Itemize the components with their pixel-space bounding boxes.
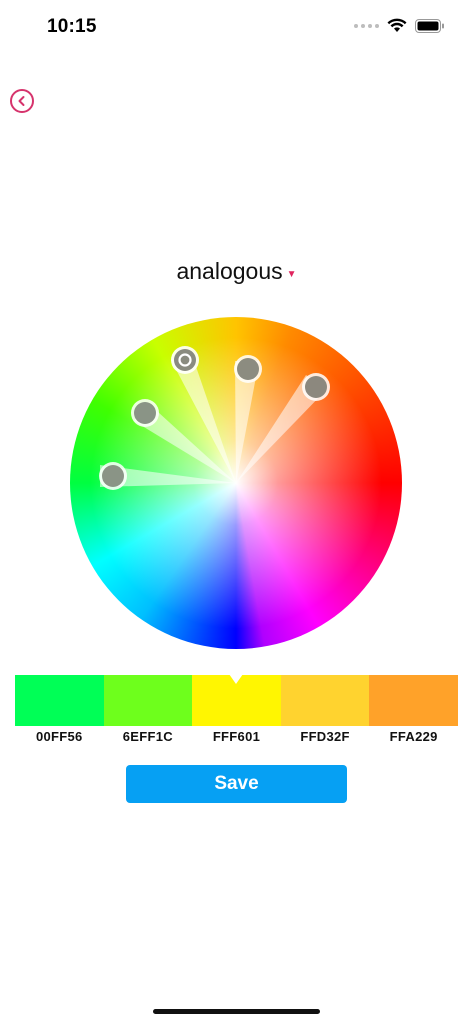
swatch-4[interactable]: [280, 675, 370, 726]
swatch-5[interactable]: [369, 675, 458, 726]
cellular-signal-icon: [354, 23, 379, 28]
home-indicator: [153, 1009, 320, 1014]
color-picker-handle[interactable]: [302, 373, 330, 401]
status-bar: 10:15: [0, 0, 473, 56]
hex-label: 6EFF1C: [122, 729, 173, 744]
hex-label: FFA229: [389, 729, 438, 744]
battery-icon: [415, 18, 444, 33]
status-time: 10:15: [47, 16, 97, 37]
wheel-overlay: [99, 346, 330, 490]
swatch-1[interactable]: [15, 675, 104, 726]
hex-label: FFD32F: [300, 729, 350, 744]
scheme-label: analogous: [176, 258, 283, 284]
hex-labels: 00FF56 6EFF1C FFF601 FFD32F FFA229: [15, 729, 458, 744]
color-picker-handle-selected[interactable]: [171, 346, 199, 374]
swatch-3[interactable]: [192, 674, 281, 726]
back-button[interactable]: [10, 89, 34, 113]
selector-beam: [171, 355, 236, 483]
swatch-2[interactable]: [103, 675, 193, 726]
status-icons: [354, 18, 445, 33]
selected-pointer-icon: [229, 674, 244, 684]
caret-down-icon: ▼: [286, 269, 297, 281]
color-picker-handle[interactable]: [99, 462, 127, 490]
hex-label: FFF601: [212, 729, 261, 744]
palette-swatches: [15, 674, 458, 726]
save-button[interactable]: Save: [126, 765, 347, 803]
hex-label: 00FF56: [35, 729, 83, 744]
wifi-icon: [387, 18, 407, 32]
color-wheel[interactable]: [70, 317, 402, 649]
color-picker-handle[interactable]: [234, 355, 262, 383]
scheme-selector[interactable]: analogous ▼: [0, 258, 473, 285]
chevron-left-icon: [18, 96, 25, 106]
color-picker-handle[interactable]: [131, 399, 159, 427]
